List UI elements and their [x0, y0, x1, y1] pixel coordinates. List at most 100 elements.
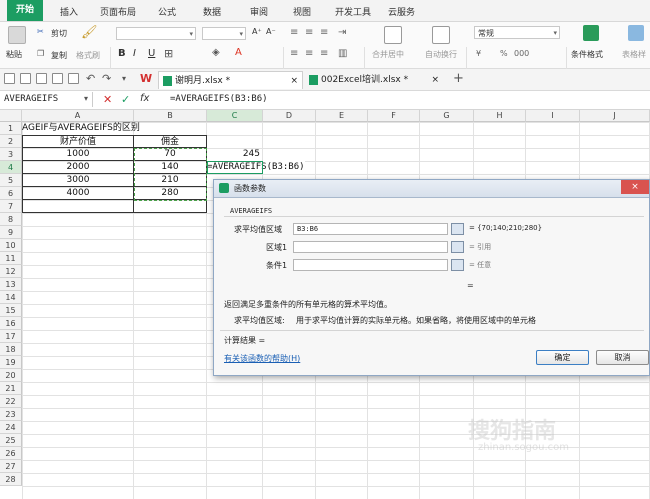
table-style-button[interactable]: 表格样 — [622, 49, 646, 60]
cell-c3-result[interactable]: 245 — [207, 148, 262, 161]
table-cell-commission[interactable]: 70 — [134, 148, 207, 161]
undo-icon[interactable]: ↶ — [86, 72, 95, 85]
wrap-text-icon[interactable] — [432, 26, 450, 44]
table-cell-empty[interactable] — [22, 200, 134, 213]
name-box[interactable]: AVERAGEIFS — [0, 92, 93, 107]
copy-button[interactable]: 复制 — [51, 50, 67, 61]
table-cell-value[interactable]: 3000 — [22, 174, 134, 187]
table-cell-commission[interactable]: 210 — [134, 174, 207, 187]
row-header-10[interactable]: 10 — [0, 239, 22, 252]
font-size-combo[interactable]: ▾ — [202, 27, 246, 40]
font-name-combo[interactable]: ▾ — [116, 27, 196, 40]
wrap-text-button[interactable]: 自动换行 — [425, 49, 457, 60]
close-icon[interactable]: × — [431, 71, 439, 89]
column-header-c[interactable]: C — [207, 110, 263, 122]
function-help-link[interactable]: 有关该函数的帮助(H) — [224, 353, 300, 364]
format-painter-icon[interactable]: 🖌 — [81, 25, 98, 40]
cut-button[interactable]: 剪切 — [51, 28, 67, 39]
row-header-5[interactable]: 5 — [0, 174, 22, 187]
menu-tab-3[interactable]: 公式 — [158, 5, 176, 18]
dialog-titlebar[interactable]: 函数参数 × — [214, 180, 649, 198]
confirm-formula-button[interactable]: ✓ — [121, 93, 130, 106]
select-all-corner[interactable] — [0, 110, 22, 122]
format-painter-button[interactable]: 格式刷 — [76, 50, 100, 61]
align-left-icon[interactable]: ≡ — [290, 48, 298, 59]
percent-button[interactable]: % — [500, 49, 508, 58]
cell-c4-formula[interactable]: =AVERAGEIFS(B3:B6) — [207, 161, 305, 174]
copy-icon[interactable]: ❐ — [37, 49, 44, 58]
redo-icon[interactable]: ↷ — [102, 72, 111, 85]
row-header-2[interactable]: 2 — [0, 135, 22, 148]
table-cell-commission[interactable]: 280 — [134, 187, 207, 200]
row-header-9[interactable]: 9 — [0, 226, 22, 239]
preview-icon[interactable] — [68, 73, 79, 84]
font-shrink-button[interactable]: A⁻ — [266, 27, 276, 36]
menu-tab-4[interactable]: 数据 — [203, 5, 221, 18]
insert-function-button[interactable]: fx — [140, 93, 149, 104]
row-header-28[interactable]: 28 — [0, 473, 22, 486]
row-header-6[interactable]: 6 — [0, 187, 22, 200]
cancel-button[interactable]: 取消 — [596, 350, 649, 365]
row-header-14[interactable]: 14 — [0, 291, 22, 304]
row-header-25[interactable]: 25 — [0, 434, 22, 447]
paste-button[interactable]: 粘贴 — [6, 49, 22, 60]
cell-b2-header[interactable]: 佣金 — [134, 135, 207, 148]
add-tab-button[interactable]: + — [453, 71, 464, 86]
formula-input[interactable]: =AVERAGEIFS(B3:B6) — [170, 92, 268, 107]
cancel-formula-button[interactable]: ✕ — [103, 93, 112, 106]
conditional-format-icon[interactable] — [583, 25, 599, 41]
print-icon[interactable] — [52, 73, 63, 84]
justify-icon[interactable]: ▥ — [338, 48, 347, 59]
open-icon[interactable] — [4, 73, 15, 84]
fill-color-icon[interactable]: ◈ — [212, 47, 220, 58]
menu-tab-6[interactable]: 视图 — [293, 5, 311, 18]
quick-dropdown-icon[interactable]: ▾ — [122, 74, 126, 83]
row-header-24[interactable]: 24 — [0, 421, 22, 434]
name-box-dropdown-icon[interactable]: ▾ — [84, 94, 88, 103]
param-input-criteria1[interactable] — [293, 259, 448, 271]
column-header-f[interactable]: F — [368, 110, 420, 122]
cell-a1-title[interactable]: AGEIF与AVERAGEIFS的区别 — [22, 122, 242, 135]
table-cell-value[interactable]: 4000 — [22, 187, 134, 200]
row-header-7[interactable]: 7 — [0, 200, 22, 213]
row-header-16[interactable]: 16 — [0, 317, 22, 330]
font-grow-button[interactable]: A⁺ — [252, 27, 262, 36]
italic-button[interactable]: I — [133, 48, 136, 59]
row-header-8[interactable]: 8 — [0, 213, 22, 226]
row-header-17[interactable]: 17 — [0, 330, 22, 343]
font-color-icon[interactable]: A — [235, 47, 242, 58]
close-icon[interactable]: × — [290, 72, 298, 90]
row-header-22[interactable]: 22 — [0, 395, 22, 408]
column-header-a[interactable]: A — [22, 110, 134, 122]
number-format-combo[interactable]: 常规 ▾ — [474, 26, 560, 39]
wps-icon[interactable]: W — [140, 72, 152, 85]
range-picker-icon[interactable] — [451, 223, 464, 235]
menu-tab-0[interactable]: 开始 — [7, 0, 44, 21]
row-header-21[interactable]: 21 — [0, 382, 22, 395]
currency-icon[interactable]: ¥ — [476, 49, 481, 58]
bold-button[interactable]: B — [118, 48, 126, 59]
row-header-11[interactable]: 11 — [0, 252, 22, 265]
underline-button[interactable]: U — [148, 48, 155, 59]
menu-tab-8[interactable]: 云服务 — [388, 5, 415, 18]
row-header-27[interactable]: 27 — [0, 460, 22, 473]
align-right-icon[interactable]: ≡ — [320, 48, 328, 59]
menu-tab-7[interactable]: 开发工具 — [335, 5, 371, 18]
range-picker-icon[interactable] — [451, 241, 464, 253]
row-header-12[interactable]: 12 — [0, 265, 22, 278]
align-top-icon[interactable]: ≡ — [290, 27, 298, 38]
row-header-15[interactable]: 15 — [0, 304, 22, 317]
column-header-b[interactable]: B — [134, 110, 207, 122]
save-as-icon[interactable] — [36, 73, 47, 84]
table-cell-value[interactable]: 2000 — [22, 161, 134, 174]
row-header-20[interactable]: 20 — [0, 369, 22, 382]
thousands-button[interactable]: 000 — [514, 49, 529, 58]
column-header-d[interactable]: D — [263, 110, 316, 122]
doc-tab-inactive[interactable]: 002Excel培训.xlsx * × — [305, 71, 443, 89]
menu-tab-1[interactable]: 插入 — [60, 5, 78, 18]
row-header-4[interactable]: 4 — [0, 161, 22, 174]
table-style-icon[interactable] — [628, 25, 644, 41]
align-middle-icon[interactable]: ≡ — [305, 27, 313, 38]
column-header-j[interactable]: J — [580, 110, 650, 122]
align-bottom-icon[interactable]: ≡ — [320, 27, 328, 38]
